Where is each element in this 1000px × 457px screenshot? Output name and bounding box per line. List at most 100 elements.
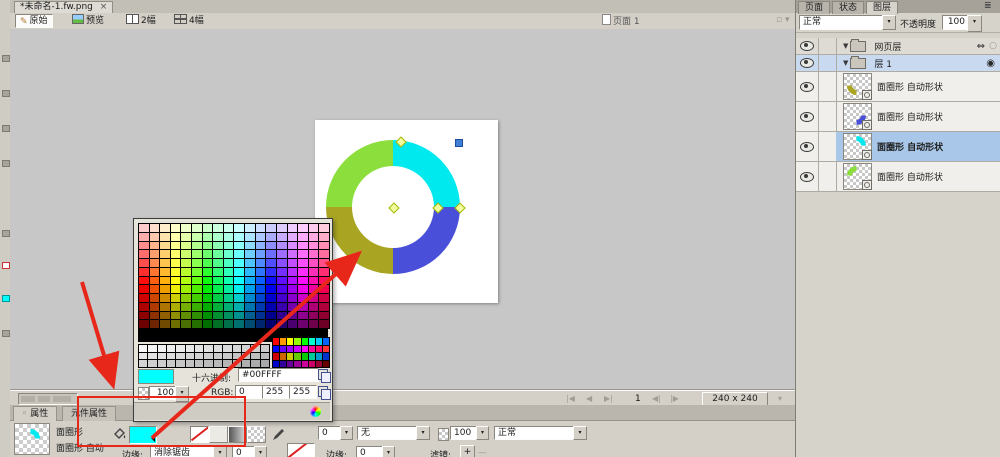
palette-swatch[interactable]	[242, 345, 250, 352]
palette-swatch[interactable]	[150, 277, 160, 285]
tool-icon[interactable]	[2, 330, 10, 337]
selection-handle[interactable]	[455, 139, 463, 147]
palette-swatch[interactable]	[319, 233, 329, 241]
palette-swatch[interactable]	[150, 303, 160, 311]
palette-swatch[interactable]	[288, 259, 298, 267]
palette-swatch[interactable]	[203, 268, 213, 276]
palette-swatch[interactable]	[287, 338, 293, 345]
palette-swatch[interactable]	[195, 353, 203, 360]
palette-swatch[interactable]	[192, 285, 202, 293]
palette-swatch[interactable]	[298, 259, 308, 267]
stroke-edge-field[interactable]: 0	[356, 446, 385, 457]
palette-swatch[interactable]	[319, 294, 329, 302]
palette-swatch[interactable]	[139, 233, 149, 241]
palette-swatch[interactable]	[256, 303, 266, 311]
palette-swatch[interactable]	[294, 353, 300, 360]
palette-swatch[interactable]	[323, 338, 329, 345]
palette-swatch[interactable]	[204, 345, 212, 352]
palette-swatch[interactable]	[280, 338, 286, 345]
layer-label[interactable]: 面圈形 自动形状	[877, 170, 943, 183]
hex-value-field[interactable]: #00FFFF	[238, 368, 319, 382]
palette-swatch[interactable]	[203, 285, 213, 293]
palette-swatch[interactable]	[171, 233, 181, 241]
palette-swatch[interactable]	[224, 224, 234, 232]
layer-visibility-toggle[interactable]	[796, 38, 819, 54]
palette-swatch[interactable]	[160, 285, 170, 293]
layer-row[interactable]: 面圈形 自动形状	[796, 162, 1000, 192]
layer-visibility-toggle[interactable]	[796, 55, 819, 71]
chevron-down-icon[interactable]: ▾	[213, 446, 227, 457]
palette-swatch[interactable]	[266, 277, 276, 285]
palette-swatch[interactable]	[234, 294, 244, 302]
fill-color-swatch[interactable]	[129, 426, 157, 444]
document-tab[interactable]: *未命名-1.fw.png ×	[14, 1, 113, 13]
palette-swatch[interactable]	[150, 294, 160, 302]
palette-swatch[interactable]	[266, 250, 276, 258]
layer-blend-dropdown[interactable]: 正常	[799, 15, 886, 30]
tool-icon[interactable]	[2, 90, 10, 97]
palette-swatch[interactable]	[309, 242, 319, 250]
palette-swatch[interactable]	[192, 303, 202, 311]
opacity-stepper[interactable]: ▾	[476, 426, 489, 440]
chevron-down-icon[interactable]: ▾	[573, 426, 587, 440]
four-up-button[interactable]: 4幅	[170, 14, 208, 26]
palette-swatch[interactable]	[288, 320, 298, 328]
palette-swatch[interactable]	[195, 345, 203, 352]
palette-swatch[interactable]	[150, 259, 160, 267]
chevron-down-icon[interactable]: ▾	[416, 426, 430, 440]
object-opacity-field[interactable]: 100	[450, 426, 479, 440]
palette-swatch[interactable]	[181, 277, 191, 285]
palette-swatch[interactable]	[280, 353, 286, 360]
palette-swatch[interactable]	[266, 242, 276, 250]
palette-swatch[interactable]	[139, 294, 149, 302]
palette-swatch[interactable]	[160, 303, 170, 311]
system-color-wheel-icon[interactable]	[310, 406, 321, 417]
palette-swatch[interactable]	[181, 285, 191, 293]
palette-swatch[interactable]	[167, 345, 175, 352]
palette-swatch[interactable]	[309, 353, 315, 360]
remove-filter-button[interactable]: —	[478, 448, 487, 457]
palette-swatch[interactable]	[192, 250, 202, 258]
canvas-area[interactable]	[10, 29, 795, 390]
palette-swatch[interactable]	[316, 346, 322, 353]
palette-swatch[interactable]	[319, 320, 329, 328]
palette-swatch[interactable]	[167, 353, 175, 360]
palette-swatch[interactable]	[158, 353, 166, 360]
palette-swatch[interactable]	[203, 320, 213, 328]
palette-swatch[interactable]	[223, 345, 231, 352]
vivid-swatch-grid[interactable]	[272, 337, 330, 368]
palette-swatch[interactable]	[181, 250, 191, 258]
palette-swatch[interactable]	[245, 320, 255, 328]
layer-visibility-toggle[interactable]	[796, 102, 819, 131]
palette-swatch[interactable]	[139, 224, 149, 232]
palette-swatch[interactable]	[309, 361, 315, 368]
web-layer-row[interactable]: ▼ 网页层 ⇔ ○	[796, 38, 1000, 55]
palette-swatch[interactable]	[280, 346, 286, 353]
palette-swatch[interactable]	[288, 312, 298, 320]
layer-thumbnail[interactable]	[843, 73, 872, 100]
palette-swatch[interactable]	[160, 294, 170, 302]
palette-swatch[interactable]	[214, 345, 222, 352]
palette-swatch[interactable]	[181, 268, 191, 276]
palette-swatch[interactable]	[298, 268, 308, 276]
palette-swatch[interactable]	[245, 233, 255, 241]
palette-swatch[interactable]	[234, 312, 244, 320]
palette-swatch[interactable]	[139, 320, 149, 328]
fill-gradient-button[interactable]	[228, 426, 247, 443]
palette-swatch[interactable]	[316, 353, 322, 360]
palette-swatch[interactable]	[171, 224, 181, 232]
palette-swatch[interactable]	[309, 346, 315, 353]
palette-swatch[interactable]	[298, 233, 308, 241]
palette-swatch[interactable]	[203, 259, 213, 267]
gray-swatch-grid[interactable]	[138, 344, 270, 368]
palette-swatch[interactable]	[139, 242, 149, 250]
palette-swatch[interactable]	[204, 353, 212, 360]
palette-swatch[interactable]	[245, 224, 255, 232]
palette-swatch[interactable]	[261, 360, 269, 367]
layer-label[interactable]: 面圈形 自动形状	[877, 110, 943, 123]
page-options-buttons[interactable]: ▫ ▾	[772, 14, 793, 26]
layer-row[interactable]: 面圈形 自动形状	[796, 132, 1000, 162]
palette-swatch[interactable]	[302, 361, 308, 368]
palette-swatch[interactable]	[298, 303, 308, 311]
palette-swatch[interactable]	[245, 242, 255, 250]
